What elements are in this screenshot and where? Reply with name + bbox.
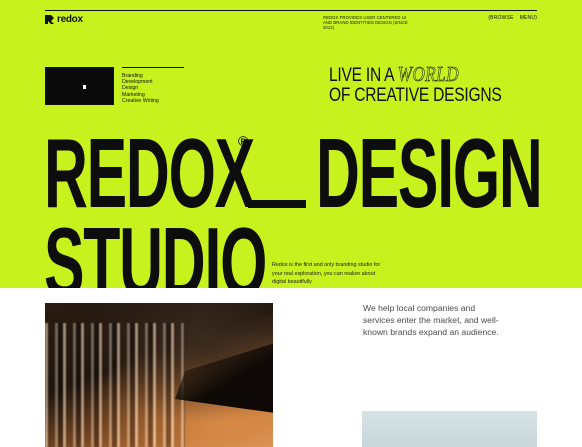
logo-text: redox xyxy=(57,14,83,25)
nav-links: (BROWSE MENU) xyxy=(488,15,537,21)
logo-icon xyxy=(45,15,54,24)
intro-text: We help local companies and services ent… xyxy=(363,303,499,337)
registered-mark: ® xyxy=(238,133,249,149)
headline-line-2: OF CREATIVE DESIGNS xyxy=(329,85,502,106)
logo[interactable]: redox xyxy=(45,14,83,25)
video-thumbnail[interactable] xyxy=(45,67,114,105)
secondary-photo xyxy=(362,411,537,447)
headline-text: LIVE IN A xyxy=(329,65,394,86)
hero-word-redox: REDOX xyxy=(44,118,255,228)
play-icon xyxy=(83,85,86,89)
hero-word-design: DESIGN xyxy=(316,118,543,228)
headline-line-1: LIVE IN A WORLD xyxy=(329,62,502,86)
top-nav: redox REDOX PROVIDES USER CENTERED UI AN… xyxy=(45,10,537,31)
menu-link[interactable]: MENU) xyxy=(520,15,537,21)
nav-tagline: REDOX PROVIDES USER CENTERED UI AND BRAN… xyxy=(323,15,408,31)
hero-word-studio: STUDIO xyxy=(44,207,267,288)
browse-link[interactable]: (BROWSE xyxy=(488,15,513,21)
headline-highlight: WORLD xyxy=(397,62,459,86)
services-list: Branding Development Design Marketing Cr… xyxy=(122,67,184,104)
service-item[interactable]: Creative Writing xyxy=(122,98,184,104)
hero-section: redox REDOX PROVIDES USER CENTERED UI AN… xyxy=(0,0,582,288)
headline: LIVE IN A WORLD OF CREATIVE DESIGNS xyxy=(329,62,502,106)
hero-blurb: Redox is the first and only branding stu… xyxy=(272,262,381,286)
hero-photo xyxy=(45,303,273,447)
